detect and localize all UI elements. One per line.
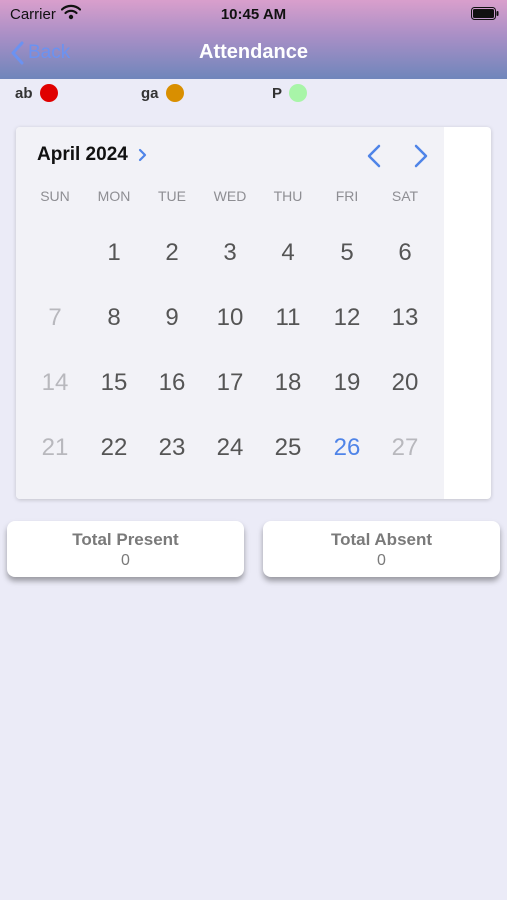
calendar-day[interactable]: 15 xyxy=(85,361,143,405)
legend-label: ab xyxy=(15,84,33,102)
page-title: Attendance xyxy=(199,41,308,63)
calendar-day[interactable]: 14 xyxy=(26,361,84,405)
total-absent-label: Total Absent xyxy=(330,530,433,549)
weekday-label: FRI xyxy=(335,188,359,204)
calendar-day[interactable]: 23 xyxy=(143,426,201,470)
calendar-day[interactable]: 20 xyxy=(376,361,434,405)
calendar-day[interactable]: 19 xyxy=(318,361,376,405)
calendar-day[interactable]: 12 xyxy=(318,296,376,340)
legend-label: ga xyxy=(141,84,159,102)
month-label: April 2024 xyxy=(37,144,128,165)
calendar-day[interactable]: 22 xyxy=(85,426,143,470)
calendar-day[interactable]: 25 xyxy=(259,426,317,470)
calendar-day[interactable]: 17 xyxy=(201,361,259,405)
total-present-card: Total Present 0 xyxy=(7,521,244,577)
calendar-day[interactable]: 24 xyxy=(201,426,259,470)
legend-dot xyxy=(165,84,184,102)
total-present-value: 0 xyxy=(121,552,130,569)
calendar-day[interactable]: 27 xyxy=(376,426,434,470)
weekday-label: SUN xyxy=(40,188,70,204)
legend-item-present: P xyxy=(272,84,308,102)
legend-dot xyxy=(289,84,308,102)
total-absent-card: Total Absent 0 xyxy=(263,521,500,577)
calendar: April 2024 SUN MON TUE WED THU FRI SAT 1234567… xyxy=(16,127,444,499)
weekday-label: SAT xyxy=(391,188,419,204)
previous-month-button[interactable] xyxy=(366,144,382,173)
calendar-day[interactable]: 3 xyxy=(201,231,259,275)
calendar-day[interactable]: 10 xyxy=(201,296,259,340)
attendance-legend: ab ga P xyxy=(0,84,507,108)
battery-icon xyxy=(471,7,499,20)
calendar-day[interactable]: 16 xyxy=(143,361,201,405)
calendar-day[interactable]: 18 xyxy=(259,361,317,405)
top-bar: Carrier 10:45 AM Back Attendance xyxy=(0,0,507,79)
calendar-day[interactable]: 5 xyxy=(318,231,376,275)
calendar-card: April 2024 SUN MON TUE WED THU FRI SAT 1234567… xyxy=(16,127,491,499)
legend-dot xyxy=(39,84,58,102)
clock: 10:45 AM xyxy=(220,6,287,23)
month-selector[interactable]: April 2024 xyxy=(37,144,147,166)
total-absent-value: 0 xyxy=(377,552,386,569)
calendar-day[interactable]: 8 xyxy=(85,296,143,340)
navigation-bar: Back Attendance xyxy=(0,28,507,79)
calendar-day[interactable]: 21 xyxy=(26,426,84,470)
status-bar: Carrier 10:45 AM xyxy=(0,0,507,28)
calendar-day-today[interactable]: 26 xyxy=(318,426,376,470)
next-month-button[interactable] xyxy=(413,144,429,173)
calendar-day[interactable]: 13 xyxy=(376,296,434,340)
calendar-day[interactable]: 2 xyxy=(143,231,201,275)
weekday-label: THU xyxy=(273,188,303,204)
chevron-right-icon xyxy=(138,148,146,162)
calendar-day[interactable]: 11 xyxy=(259,296,317,340)
total-present-label: Total Present xyxy=(72,530,179,549)
calendar-day[interactable]: 6 xyxy=(376,231,434,275)
legend-item-absent: ab xyxy=(15,84,58,102)
legend-item-ga: ga xyxy=(141,84,184,102)
chevron-right-icon xyxy=(414,144,428,168)
weekday-label: MON xyxy=(97,188,131,204)
calendar-day[interactable]: 9 xyxy=(143,296,201,340)
calendar-day[interactable]: 1 xyxy=(85,231,143,275)
chevron-left-icon xyxy=(367,144,381,168)
weekday-label: TUE xyxy=(158,188,186,204)
calendar-day[interactable]: 7 xyxy=(26,296,84,340)
calendar-day[interactable]: 4 xyxy=(259,231,317,275)
legend-label: P xyxy=(272,84,283,102)
weekday-label: WED xyxy=(213,188,247,204)
